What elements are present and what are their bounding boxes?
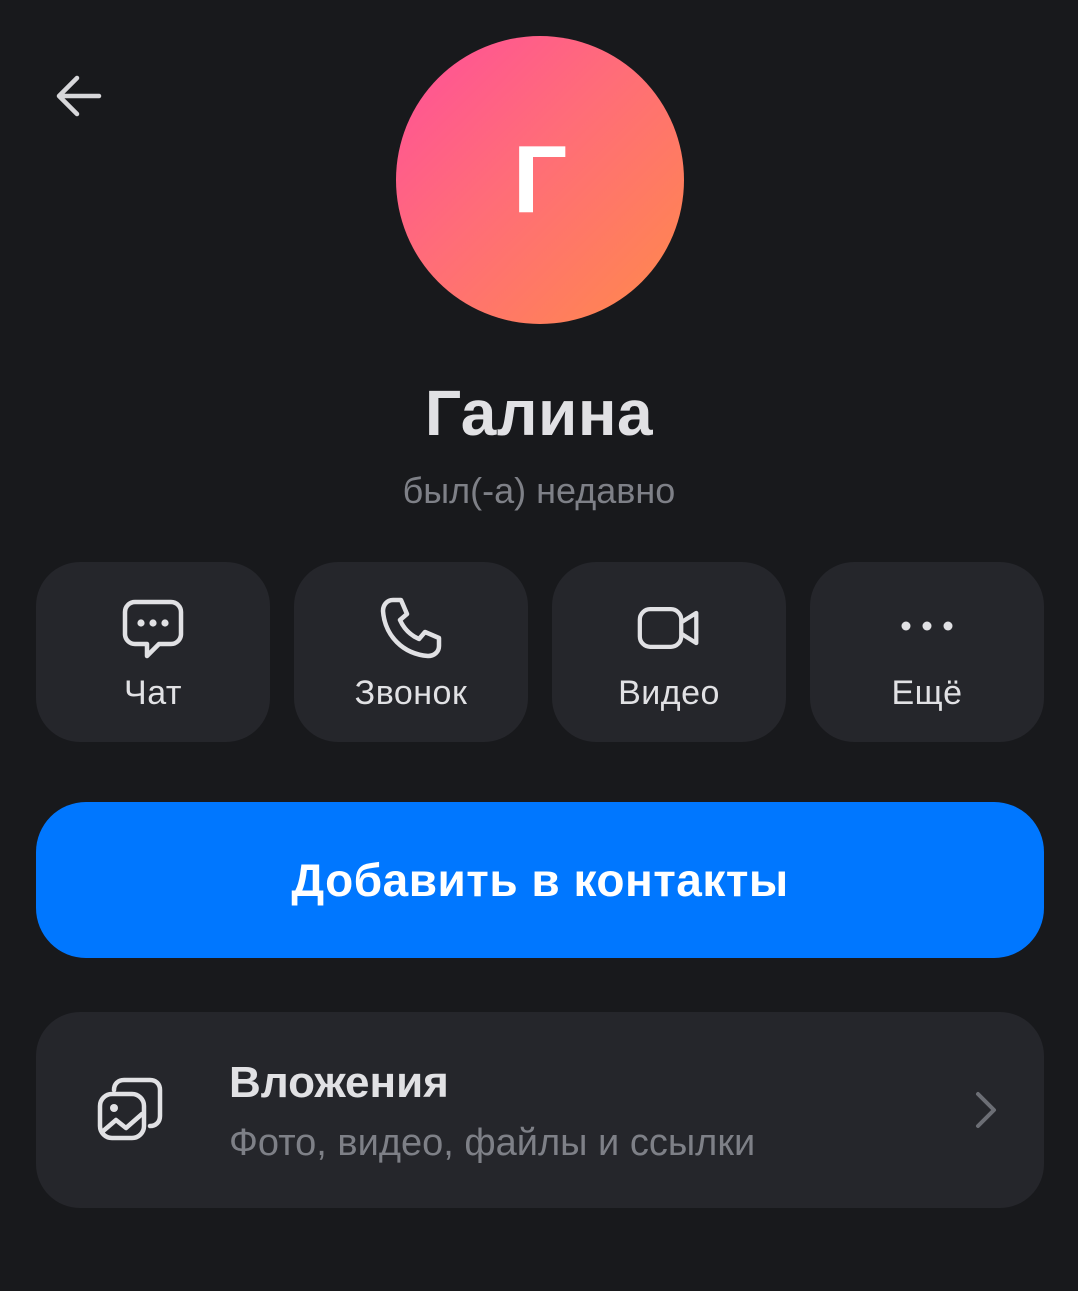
add-contact-label: Добавить в контакты [291, 854, 789, 906]
gallery-icon [97, 1077, 163, 1141]
more-dots-icon [895, 596, 959, 660]
call-label: Звонок [354, 674, 468, 712]
action-buttons-row: Чат Звонок Видео Ещё [36, 562, 1044, 742]
add-contact-button[interactable]: Добавить в контакты [36, 802, 1044, 958]
profile-name: Галина [424, 377, 654, 449]
chat-bubble-icon [121, 596, 185, 660]
call-button[interactable]: Звонок [294, 562, 528, 742]
video-button[interactable]: Видео [552, 562, 786, 742]
attachments-subtitle: Фото, видео, файлы и ссылки [229, 1122, 756, 1164]
chat-button[interactable]: Чат [36, 562, 270, 742]
video-camera-icon [637, 596, 701, 660]
back-button[interactable] [46, 70, 110, 122]
more-label: Ещё [891, 674, 963, 712]
attachments-title: Вложения [229, 1058, 449, 1107]
video-label: Видео [618, 674, 720, 712]
attachments-item[interactable]: Вложения Фото, видео, файлы и ссылки [36, 1012, 1044, 1208]
arrow-left-icon [56, 75, 102, 117]
profile-status: был(-а) недавно [402, 470, 676, 511]
avatar[interactable]: Г [396, 36, 684, 324]
chevron-right-icon [976, 1092, 996, 1128]
more-button[interactable]: Ещё [810, 562, 1044, 742]
chat-label: Чат [124, 674, 182, 712]
phone-icon [379, 596, 443, 660]
avatar-letter: Г [512, 126, 568, 233]
